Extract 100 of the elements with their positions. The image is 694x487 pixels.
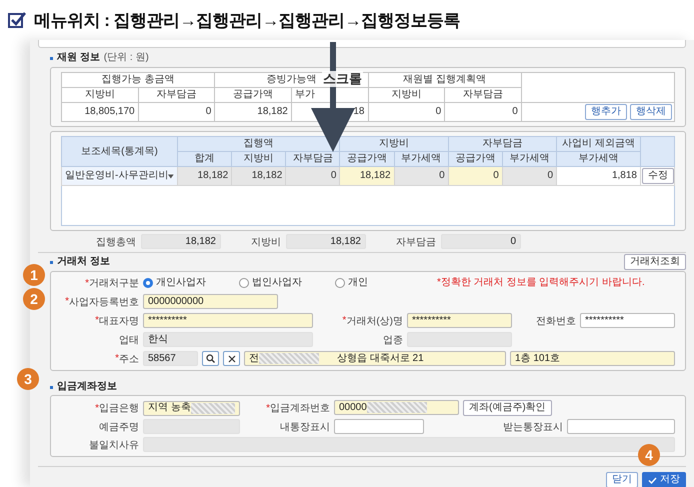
close-button[interactable]: 닫기 (606, 472, 638, 487)
redaction-mark (259, 353, 319, 364)
search-button[interactable] (202, 351, 219, 366)
table-cell: 0 (286, 166, 340, 186)
column-group-header: 집행가능 총금액 (62, 72, 215, 88)
section-title: 거래처 정보 (57, 256, 110, 268)
field-label: 업종 (383, 334, 403, 346)
required-mark: * (95, 315, 99, 326)
radio-button[interactable] (239, 278, 249, 288)
save-button[interactable]: 저장 (642, 472, 686, 487)
detail-address-field[interactable]: 1층 101호 (510, 351, 675, 366)
address-text: 상형읍 대죽서로 21 (337, 352, 424, 364)
input-field[interactable]: 지역 농축 (143, 400, 240, 416)
field-value: 지역 농축 (148, 402, 191, 414)
section-title: 입금계좌정보 (57, 381, 117, 393)
required-mark: * (266, 402, 270, 414)
column-header: 공급가액 (214, 88, 292, 102)
column-header: 자부담금 (286, 152, 340, 166)
required-mark: * (115, 353, 119, 364)
radio-label: 개인사업자 (156, 277, 206, 289)
radio-option[interactable]: 개인사업자 (143, 277, 235, 289)
input-field[interactable]: 0000000000 (143, 294, 278, 309)
column-header: 자부담금 (444, 88, 522, 102)
radio-option[interactable]: 개인 (335, 277, 427, 289)
radio-option[interactable]: 법인사업자 (239, 277, 331, 289)
column-header: 공급가액 (448, 152, 502, 166)
search-icon (206, 354, 215, 363)
scroll-label: 스크롤 (322, 71, 363, 87)
clear-button[interactable] (223, 351, 240, 366)
step-badge: 3 (17, 368, 39, 390)
field-label: 대표자명 (99, 314, 139, 328)
column-header: 지방비 (62, 88, 138, 102)
table-cell: 18,182 (232, 166, 286, 186)
required-mark: * (95, 402, 99, 414)
menu-path-title: 메뉴위치 : 집행관리→집행관리→집행관리→집행정보등록 (34, 10, 460, 32)
column-group-header: 집행액 (178, 136, 340, 152)
radio-button[interactable] (335, 278, 345, 288)
total-field: 0 (441, 234, 521, 249)
table-cell[interactable]: 0 (448, 166, 502, 186)
required-mark: * (342, 315, 346, 326)
add-row-button[interactable]: 행추가 (585, 104, 627, 120)
column-header: 합계 (178, 152, 232, 166)
caret-icon (168, 174, 174, 178)
radio-label: 개인 (348, 277, 368, 289)
field-label: 예금주명 (99, 420, 139, 434)
column-header: 지방비 (232, 152, 286, 166)
radio-button[interactable] (143, 278, 153, 288)
field-label: 내통장표시 (280, 420, 330, 434)
input-field[interactable] (143, 437, 675, 452)
field-label: 업태 (119, 334, 139, 346)
field-label: 사업자등록번호 (69, 296, 139, 308)
input-field[interactable]: 00000 (334, 400, 459, 415)
address-field[interactable]: 전 상형읍 대죽서로 21 (244, 351, 506, 366)
redaction-mark (190, 402, 235, 414)
input-field[interactable]: ********** (580, 313, 675, 328)
table-cell: 0 (502, 166, 556, 186)
table-cell[interactable]: 18,182 (340, 166, 394, 186)
column-header: 보조세목(통계목) (62, 136, 178, 166)
field-value: 00000 (339, 402, 367, 414)
field-label: 입금계좌번호 (270, 402, 330, 415)
zip-field[interactable]: 58567 (143, 351, 198, 366)
table-cell: 0 (394, 166, 448, 186)
total-field: 18,182 (141, 234, 221, 249)
field-label: 자부담금 (396, 236, 436, 248)
address-text: 전 (249, 352, 259, 364)
table-cell: 18,805,170 (62, 102, 138, 122)
radio-label: 법인사업자 (252, 277, 302, 289)
total-field: 18,182 (286, 234, 366, 249)
field-label: 입금은행 (99, 402, 139, 415)
column-group-header: 재원별 집행계획액 (368, 72, 522, 88)
field-label: 집행총액 (96, 236, 136, 248)
delete-row-button[interactable]: 행삭제 (630, 104, 672, 120)
field-label: 거래처구분 (89, 277, 139, 290)
verify-account-button[interactable]: 계좌(예금주)확인 (463, 400, 552, 416)
notice-text: *정확한 거래처 정보를 입력해주시기 바랍니다. (437, 277, 645, 289)
field-label: 주소 (119, 352, 139, 366)
vendor-lookup-button[interactable]: 거래처조회 (624, 254, 686, 270)
table-cell: 0 (368, 102, 445, 122)
input-field[interactable]: 한식 (143, 332, 313, 347)
column-header: 부가세액 (394, 152, 448, 166)
close-icon (228, 354, 236, 362)
redaction-mark (366, 402, 427, 413)
input-field[interactable] (334, 419, 424, 434)
unit-label: (단위 : 원) (104, 52, 149, 64)
input-field[interactable] (567, 419, 675, 434)
column-group-header: 자부담금 (448, 136, 556, 152)
field-label: 받는통장표시 (503, 420, 563, 434)
column-header: 부가세액 (556, 152, 640, 166)
table-cell: 0 (444, 102, 522, 122)
field-label: 전화번호 (536, 314, 576, 328)
table-cell: 1,818 (556, 166, 640, 186)
column-header: 자부담금 (138, 88, 215, 102)
edit-button[interactable]: 수정 (642, 168, 674, 184)
input-field[interactable]: ********** (407, 313, 512, 328)
column-header: 부가세액 (502, 152, 556, 166)
bullet-icon (50, 56, 53, 60)
step-badge: 1 (23, 264, 45, 286)
field-label: 불일치사유 (89, 438, 139, 452)
bullet-icon (50, 386, 53, 388)
input-field[interactable]: ********** (143, 313, 313, 328)
